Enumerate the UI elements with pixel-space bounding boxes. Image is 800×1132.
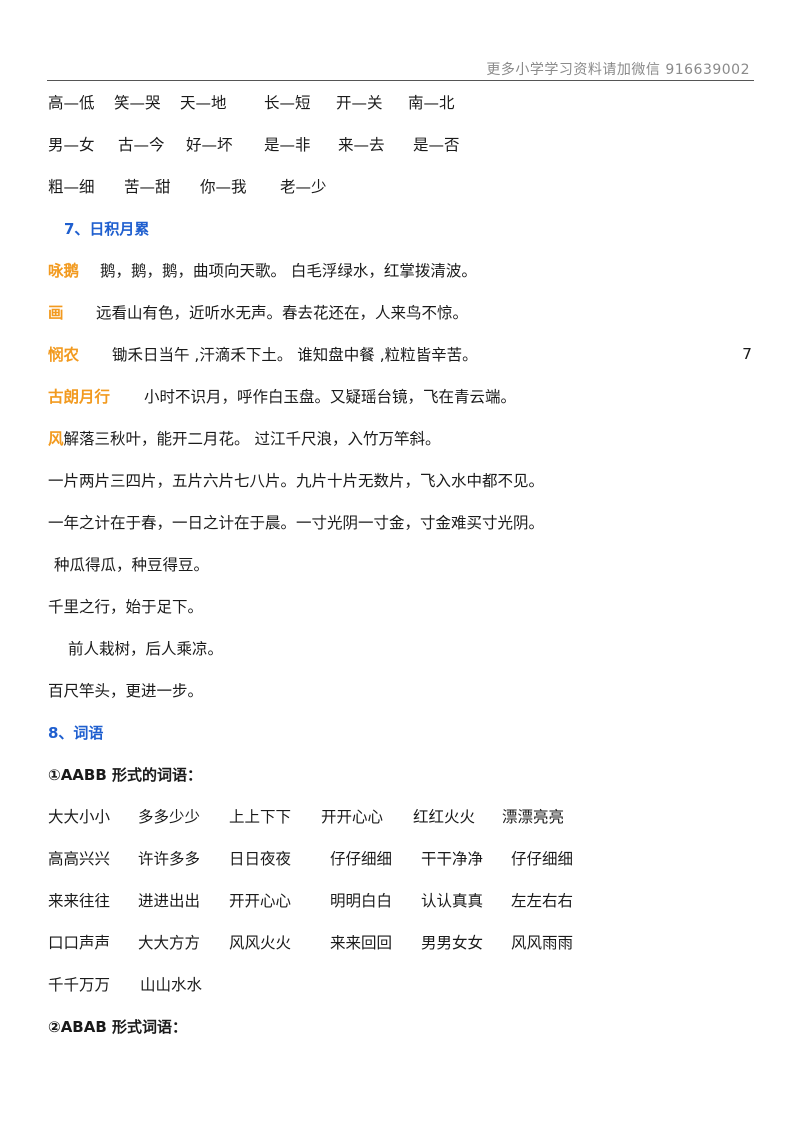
word-item: 仔仔细细 <box>330 850 393 868</box>
word-item: 开开心心 <box>229 892 292 910</box>
antonym-pair: 苦—甜 <box>124 178 171 196</box>
word-item: 仔仔细细 <box>511 850 574 868</box>
page-header: 更多小学学习资料请加微信 916639002 <box>486 62 750 78</box>
word-item: 大大方方 <box>138 934 201 952</box>
word-item: 认认真真 <box>421 892 484 910</box>
poem-title: 咏鹅 <box>48 262 80 280</box>
word-item: 进进出出 <box>138 892 201 910</box>
word-item: 漂漂亮亮 <box>502 808 565 826</box>
antonym-pair: 是—否 <box>413 136 460 154</box>
poem-line: 古朗月行 小时不识月，呼作白玉盘。又疑瑶台镜，飞在青云端。 <box>48 387 516 407</box>
word-item: 明明白白 <box>330 892 393 910</box>
antonym-pair: 南—北 <box>408 94 455 112</box>
word-item: 来来往往 <box>48 892 111 910</box>
poem-text: 远看山有色，近听水无声。春去花还在，人来鸟不惊。 <box>96 304 469 322</box>
saying-line: 千里之行，始于足下。 <box>48 598 204 616</box>
word-item: 来来回回 <box>330 934 393 952</box>
poem-title: 古朗月行 <box>48 388 111 406</box>
antonym-pair: 老—少 <box>280 178 327 196</box>
antonym-pair: 是—非 <box>264 136 311 154</box>
antonym-pair: 笑—哭 <box>114 94 161 112</box>
section-heading: 7、日积月累 <box>64 220 150 238</box>
subsection-heading: ②ABAB 形式词语： <box>48 1018 188 1036</box>
word-item: 高高兴兴 <box>48 850 111 868</box>
saying-line: 一片两片三四片，五片六片七八片。九片十片无数片，飞入水中都不见。 <box>48 472 545 490</box>
poem-title: 画 <box>48 304 64 322</box>
antonym-pair: 来—去 <box>338 136 385 154</box>
word-item: 男男女女 <box>421 934 484 952</box>
antonym-pair: 开—关 <box>336 94 383 112</box>
page-number: 7 <box>742 345 752 363</box>
word-item: 大大小小 <box>48 808 111 826</box>
saying-line: 百尺竿头，更进一步。 <box>48 682 204 700</box>
antonym-pair: 好—坏 <box>186 136 233 154</box>
word-item: 许许多多 <box>138 850 201 868</box>
header-divider <box>47 80 754 81</box>
saying-line: 种瓜得瓜，种豆得豆。 <box>54 556 210 574</box>
word-item: 千千万万 <box>48 976 111 994</box>
poem-line: 悯农 锄禾日当午 ,汗滴禾下土。 谁知盘中餐 ,粒粒皆辛苦。 <box>48 345 478 365</box>
antonym-pair: 天—地 <box>180 94 227 112</box>
word-item: 上上下下 <box>229 808 292 826</box>
word-item: 口口声声 <box>48 934 111 952</box>
word-item: 左左右右 <box>511 892 574 910</box>
word-item: 红红火火 <box>413 808 476 826</box>
poem-text: 小时不识月，呼作白玉盘。又疑瑶台镜，飞在青云端。 <box>144 388 517 406</box>
antonym-pair: 男—女 <box>48 136 95 154</box>
antonym-pair: 高—低 <box>48 94 95 112</box>
antonym-pair: 你—我 <box>200 178 247 196</box>
word-item: 日日夜夜 <box>229 850 292 868</box>
word-item: 开开心心 <box>321 808 384 826</box>
poem-title: 风 <box>48 430 64 448</box>
poem-line: 画 远看山有色，近听水无声。春去花还在，人来鸟不惊。 <box>48 303 468 323</box>
antonym-pair: 长—短 <box>264 94 311 112</box>
saying-line: 前人栽树，后人乘凉。 <box>68 640 224 658</box>
word-item: 山山水水 <box>140 976 203 994</box>
subsection-heading: ①AABB 形式的词语： <box>48 766 203 784</box>
poem-text: 解落三秋叶，能开二月花。 过江千尺浪，入竹万竿斜。 <box>63 430 441 448</box>
word-item: 风风火火 <box>229 934 292 952</box>
antonym-pair: 古—今 <box>118 136 165 154</box>
poem-text: 锄禾日当午 ,汗滴禾下土。 谁知盘中餐 ,粒粒皆辛苦。 <box>112 346 478 364</box>
poem-line: 风解落三秋叶，能开二月花。 过江千尺浪，入竹万竿斜。 <box>48 429 440 449</box>
word-item: 干干净净 <box>421 850 484 868</box>
word-item: 多多少少 <box>138 808 201 826</box>
poem-text: 鹅，鹅，鹅，曲项向天歌。 白毛浮绿水，红掌拨清波。 <box>100 262 477 280</box>
saying-line: 一年之计在于春，一日之计在于晨。一寸光阴一寸金，寸金难买寸光阴。 <box>48 514 545 532</box>
word-item: 风风雨雨 <box>511 934 574 952</box>
section-heading: 8、词语 <box>48 724 104 742</box>
antonym-pair: 粗—细 <box>48 178 95 196</box>
poem-line: 咏鹅 鹅，鹅，鹅，曲项向天歌。 白毛浮绿水，红掌拨清波。 <box>48 261 477 281</box>
poem-title: 悯农 <box>48 346 80 364</box>
